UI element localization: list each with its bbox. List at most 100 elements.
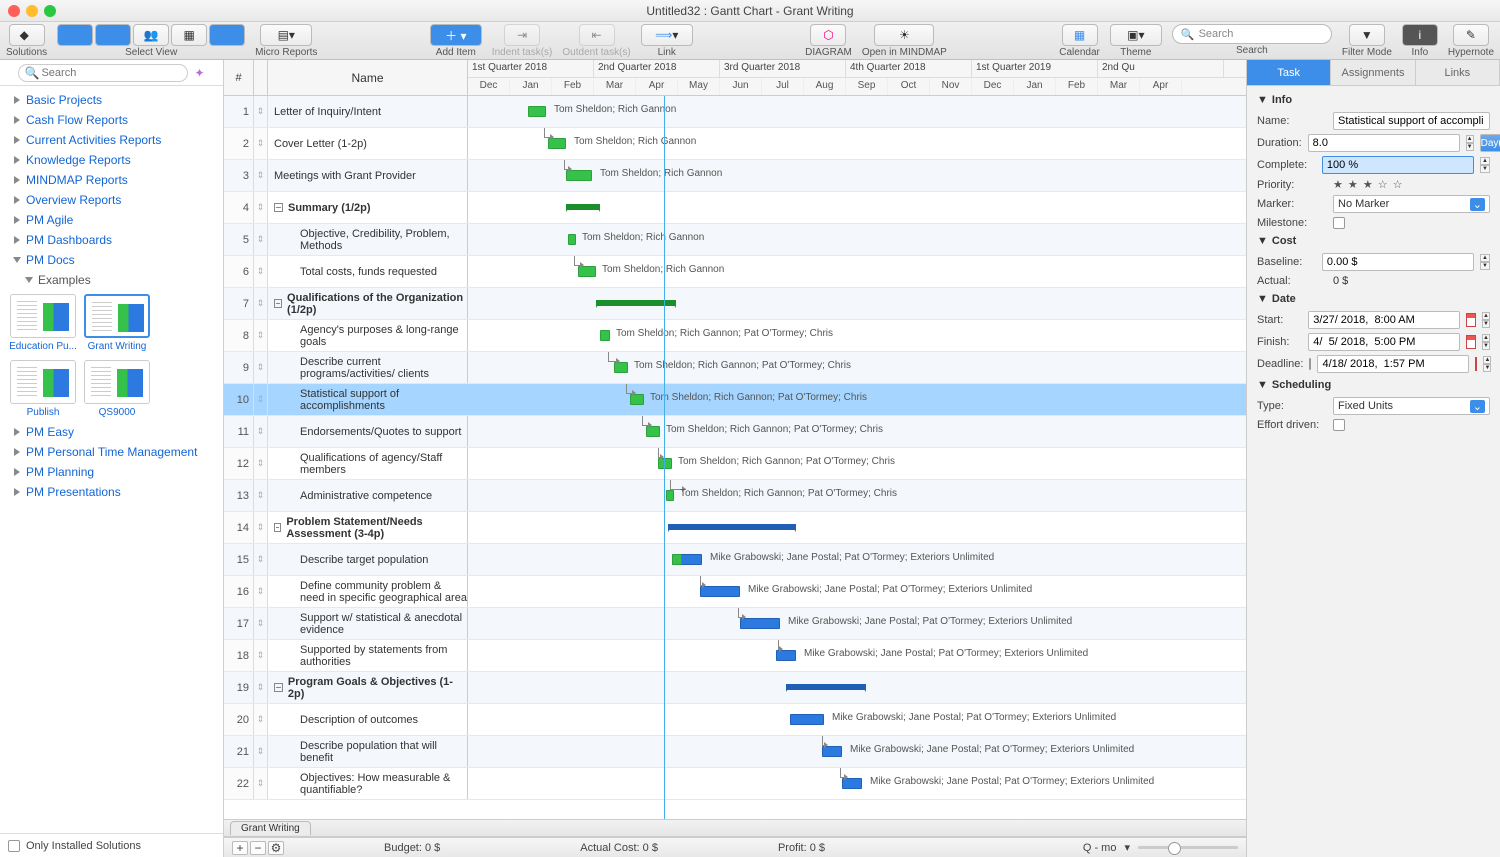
row-handle[interactable]: ⇕ xyxy=(254,192,268,223)
task-name-cell[interactable]: Description of outcomes xyxy=(268,704,468,735)
timeline-cell[interactable]: Tom Sheldon; Rich Gannon; Pat O'Tormey; … xyxy=(468,384,1246,415)
baseline-input[interactable] xyxy=(1322,253,1474,271)
timeline-cell[interactable]: Tom Sheldon; Rich Gannon xyxy=(468,224,1246,255)
task-name-cell[interactable]: Objectives: How measurable & quantifiabl… xyxy=(268,768,468,799)
sidebar-item[interactable]: PM Agile xyxy=(0,210,223,230)
sidebar-search-input[interactable] xyxy=(18,64,188,82)
row-handle[interactable]: ⇕ xyxy=(254,160,268,191)
row-handle[interactable]: ⇕ xyxy=(254,704,268,735)
gantt-row[interactable]: 21⇕Describe population that will benefit… xyxy=(224,736,1246,768)
row-handle[interactable]: ⇕ xyxy=(254,384,268,415)
mindmap-button[interactable]: ☀ xyxy=(874,24,934,46)
toolbar-search-input[interactable]: 🔍Search xyxy=(1172,24,1332,44)
calendar-icon[interactable] xyxy=(1466,335,1476,349)
zoom-dropdown-icon[interactable]: ▾ xyxy=(1124,841,1130,854)
deadline-input[interactable] xyxy=(1317,355,1469,373)
milestone-checkbox[interactable] xyxy=(1333,217,1345,229)
remove-row-button[interactable]: − xyxy=(250,841,266,855)
gantt-bar[interactable] xyxy=(566,204,600,210)
timeline-cell[interactable]: Mike Grabowski; Jane Postal; Pat O'Torme… xyxy=(468,576,1246,607)
only-installed-checkbox[interactable] xyxy=(8,840,20,852)
row-handle[interactable]: ⇕ xyxy=(254,320,268,351)
gantt-bar[interactable] xyxy=(666,490,674,501)
disclosure-icon[interactable]: ▼ xyxy=(1257,235,1268,247)
template-thumbnail[interactable]: QS9000 xyxy=(84,360,150,418)
timeline-cell[interactable] xyxy=(468,512,1246,543)
gantt-row[interactable]: 18⇕Supported by statements from authorit… xyxy=(224,640,1246,672)
expand-icon[interactable] xyxy=(274,683,283,692)
timeline-cell[interactable]: Mike Grabowski; Jane Postal; Pat O'Torme… xyxy=(468,640,1246,671)
gantt-row[interactable]: 6⇕Total costs, funds requestedTom Sheldo… xyxy=(224,256,1246,288)
star-icon[interactable]: ✦ xyxy=(194,66,204,80)
row-handle[interactable]: ⇕ xyxy=(254,256,268,287)
task-name-cell[interactable]: Qualifications of the Organization (1/2p… xyxy=(268,288,468,319)
duration-stepper[interactable]: ▲▼ xyxy=(1466,135,1474,151)
row-handle[interactable]: ⇕ xyxy=(254,512,268,543)
indent-button[interactable]: ⇥ xyxy=(504,24,540,46)
sidebar-item[interactable]: PM Easy xyxy=(0,422,223,442)
outdent-button[interactable]: ⇤ xyxy=(579,24,615,46)
row-handle[interactable]: ⇕ xyxy=(254,288,268,319)
diagram-button[interactable]: ⬡ xyxy=(810,24,846,46)
view-btn-2[interactable] xyxy=(95,24,131,46)
effort-checkbox[interactable] xyxy=(1333,419,1345,431)
row-handle[interactable]: ⇕ xyxy=(254,768,268,799)
gantt-bar[interactable] xyxy=(568,234,576,245)
settings-button[interactable]: ⚙ xyxy=(268,841,284,855)
sidebar-item-examples[interactable]: Examples xyxy=(0,270,223,290)
micro-reports-button[interactable]: ▤ ▾ xyxy=(260,24,312,46)
sidebar-item[interactable]: PM Planning xyxy=(0,462,223,482)
row-handle[interactable]: ⇕ xyxy=(254,608,268,639)
tab-links[interactable]: Links xyxy=(1416,60,1500,85)
timeline-cell[interactable]: Mike Grabowski; Jane Postal; Pat O'Torme… xyxy=(468,544,1246,575)
gantt-row[interactable]: 13⇕Administrative competenceTom Sheldon;… xyxy=(224,480,1246,512)
task-name-cell[interactable]: Endorsements/Quotes to support xyxy=(268,416,468,447)
view-btn-4[interactable]: ▦ xyxy=(171,24,207,46)
gantt-bar[interactable] xyxy=(528,106,546,117)
gantt-row[interactable]: 12⇕Qualifications of agency/Staff member… xyxy=(224,448,1246,480)
solutions-button[interactable]: ◆ xyxy=(9,24,45,46)
task-name-cell[interactable]: Define community problem & need in speci… xyxy=(268,576,468,607)
gantt-bar[interactable] xyxy=(668,524,796,530)
deadline-checkbox[interactable] xyxy=(1309,358,1311,370)
link-button[interactable]: ⟹ ▾ xyxy=(641,24,693,46)
gantt-row[interactable]: 17⇕Support w/ statistical & anecdotal ev… xyxy=(224,608,1246,640)
info-button[interactable]: i xyxy=(1402,24,1438,46)
timeline-cell[interactable]: Tom Sheldon; Rich Gannon; Pat O'Tormey; … xyxy=(468,480,1246,511)
sidebar-item[interactable]: Knowledge Reports xyxy=(0,150,223,170)
marker-select[interactable]: No Marker⌄ xyxy=(1333,195,1490,213)
priority-stars[interactable]: ★ ★ ★ ☆ ☆ xyxy=(1333,178,1404,191)
timeline-cell[interactable] xyxy=(468,192,1246,223)
tab-task[interactable]: Task xyxy=(1247,60,1331,85)
task-name-cell[interactable]: Meetings with Grant Provider xyxy=(268,160,468,191)
row-handle[interactable]: ⇕ xyxy=(254,672,268,703)
timeline-cell[interactable]: Tom Sheldon; Rich Gannon; Pat O'Tormey; … xyxy=(468,320,1246,351)
task-name-cell[interactable]: Describe target population xyxy=(268,544,468,575)
sidebar-item[interactable]: Overview Reports xyxy=(0,190,223,210)
timeline-cell[interactable]: Tom Sheldon; Rich Gannon xyxy=(468,128,1246,159)
template-thumbnail[interactable]: Education Pu... xyxy=(10,294,76,352)
gantt-row[interactable]: 14⇕Problem Statement/Needs Assessment (3… xyxy=(224,512,1246,544)
gantt-bar[interactable] xyxy=(790,714,824,725)
duration-input[interactable] xyxy=(1308,134,1460,152)
calendar-icon[interactable] xyxy=(1466,313,1476,327)
gantt-row[interactable]: 20⇕Description of outcomesMike Grabowski… xyxy=(224,704,1246,736)
task-name-cell[interactable]: Statistical support of accomplishments xyxy=(268,384,468,415)
gantt-row[interactable]: 1⇕Letter of Inquiry/IntentTom Sheldon; R… xyxy=(224,96,1246,128)
expand-icon[interactable] xyxy=(274,299,282,308)
add-row-button[interactable]: + xyxy=(232,841,248,855)
task-name-cell[interactable]: Administrative competence xyxy=(268,480,468,511)
expand-icon[interactable] xyxy=(274,523,281,532)
timeline-cell[interactable]: Tom Sheldon; Rich Gannon xyxy=(468,256,1246,287)
gantt-bar[interactable] xyxy=(786,684,866,690)
gantt-row[interactable]: 19⇕Program Goals & Objectives (1-2p) xyxy=(224,672,1246,704)
task-name-cell[interactable]: Qualifications of agency/Staff members xyxy=(268,448,468,479)
sidebar-item[interactable]: PM Personal Time Management xyxy=(0,442,223,462)
timeline-cell[interactable]: Tom Sheldon; Rich Gannon; Pat O'Tormey; … xyxy=(468,352,1246,383)
gantt-row[interactable]: 3⇕Meetings with Grant ProviderTom Sheldo… xyxy=(224,160,1246,192)
timeline-cell[interactable]: Tom Sheldon; Rich Gannon xyxy=(468,96,1246,127)
row-handle[interactable]: ⇕ xyxy=(254,352,268,383)
disclosure-icon[interactable]: ▼ xyxy=(1257,94,1268,106)
filter-button[interactable]: ▼ xyxy=(1349,24,1385,46)
view-btn-1[interactable] xyxy=(57,24,93,46)
